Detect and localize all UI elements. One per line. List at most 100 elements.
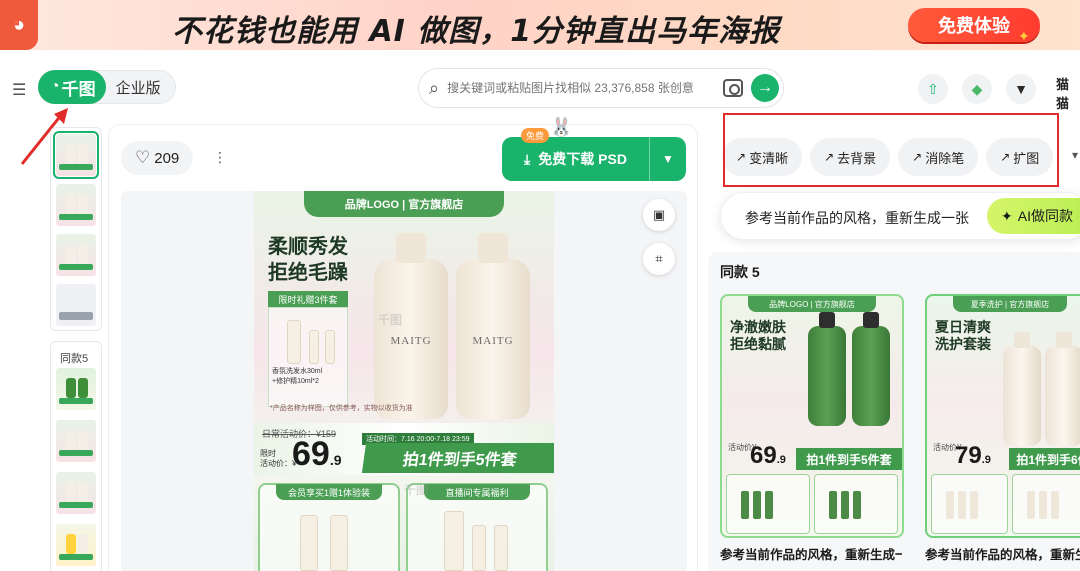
like-button[interactable]: ♡ 209 [121,141,194,175]
live-box-title: 直播间专属福利 [424,484,530,500]
similar-title: 同款 5 [720,264,760,280]
sparkle-icon: ✦ [1001,207,1013,224]
heart-icon: ♡ [135,148,151,167]
similar-thumbnail[interactable] [56,368,96,410]
thumbnail-page-3[interactable] [56,234,96,276]
poster-preview[interactable]: 品牌LOGO | 官方旗舰店 柔顺秀发 拒绝毛躁 限时礼赠3件套 香氛洗发水30… [254,191,554,571]
q-logo-icon: ◔ [50,78,60,95]
card-deal-banner: 拍1件到手6件 [1009,448,1080,470]
bottle-image: MAITG [374,233,448,419]
menu-icon[interactable]: ☰ [12,80,26,100]
member-box-title: 会员享买1赠1体验装 [276,484,382,500]
image-edit-icon[interactable]: ▣ [643,199,675,231]
mini-bottle [330,515,348,571]
enterprise-edition-link[interactable]: 企业版 [106,71,175,103]
preview-canvas: 品牌LOGO | 官方旗舰店 柔顺秀发 拒绝毛躁 限时礼赠3件套 香氛洗发水30… [121,191,687,571]
diamond-icon[interactable]: ◆ [962,74,992,104]
thumbnail-page-1[interactable] [53,131,99,179]
bottle-image: MAITG [456,233,530,419]
poster-gift-text: 香氛洗发水30ml +修护精10ml*2 [272,367,322,387]
download-options-dropdown[interactable]: ▼ [650,137,686,181]
green-bottle-image [808,312,846,426]
poster-gift-box [268,307,348,407]
card-gift-box [931,474,1008,534]
price-label-1: 限时 [260,449,276,458]
highlight-box [723,113,1059,187]
more-options-icon[interactable]: ⋮ [213,149,227,166]
search-bar[interactable]: ⌕ → [418,68,784,108]
similar-card[interactable]: 品牌LOGO | 官方旗舰店 净澈嫩肤 拒绝黏腻 活动价¥ 69.9 拍1件到手… [720,294,904,538]
similar-thumbnail[interactable] [56,420,96,462]
regenerate-bar: 参考当前作品的风格，重新生成一张 ✦ AI做同款 [720,192,1080,240]
poster-price: 69.9 [292,435,342,474]
page-thumbnails [50,127,102,331]
banner-text: 不花钱也能用 AI 做图，1分钟直出马年海报 [172,14,781,49]
user-name[interactable]: 猫猫 [1056,74,1080,112]
card-deal-banner: 拍1件到手5件套 [796,448,902,470]
card-gift-box [1012,474,1080,534]
poster-note: *产品名称为样图，仅供参考，实物以收货为准 [270,405,413,412]
regenerate-text: 参考当前作品的风格，重新生成一张 [745,210,969,226]
white-bottle-image [1003,332,1041,446]
bottle-label: MAITG [472,335,514,347]
search-input[interactable] [447,81,715,95]
promo-banner[interactable]: ◕ 不花钱也能用 AI 做图，1分钟直出马年海报 免费体验 ✦ [0,0,1080,50]
download-label: 免费下载 PSD [538,151,627,167]
card-headline: 净澈嫩肤 拒绝黏腻 [730,320,786,354]
poster-gift-title: 限时礼赠3件套 [268,291,348,307]
card-price-dec: .9 [981,454,991,466]
brand-name: 千图 [61,79,96,99]
brand-switch[interactable]: ◔ 千图 企业版 [38,70,176,104]
gift-line-2: +修护精10ml*2 [272,378,319,385]
ai-button-label: AI做同款 [1017,208,1073,224]
detail-panel: ♡ 209 ⋮ ⤓ 免费下载 PSD ▼ 免费 🐰 品牌LOGO | 官方旗舰店… [108,117,698,571]
poster-price-label: 限时 活动价：¥ [260,449,296,469]
screenshot-icon[interactable]: ⌗ [643,243,675,275]
card-price-dec: .9 [776,454,786,466]
free-download-button[interactable]: ⤓ 免费下载 PSD [502,137,650,181]
card-gift-box [814,474,898,534]
similar-thumbnail[interactable] [56,472,96,514]
similar-card[interactable]: 夏季洗护 | 官方旗舰店 夏日清爽 洗护套装 活动价¥ 79.9 拍1件到手6件 [925,294,1080,538]
mascot-icon: ◕ [0,0,38,50]
image-search-icon[interactable] [723,79,743,97]
card-gift-box [726,474,810,534]
watermark: 千图 [378,313,403,327]
vip-diamond-icon[interactable]: ▼ [1006,74,1036,104]
similar-thumbnails: 同款5 [50,341,102,571]
gift-line-1: 香氛洗发水30ml [272,368,323,375]
mini-bottle [300,515,318,571]
search-go-button[interactable]: → [751,74,779,102]
card-headline: 夏日清爽 洗护套装 [935,320,991,354]
poster-member-box: 会员享买1赠1体验装 [258,483,400,571]
thumbnail-page-2[interactable] [56,184,96,226]
tools-more-icon[interactable]: ▾ [1072,148,1078,162]
card-caption[interactable]: 参考当前作品的风格，重新生成一张 [720,544,902,563]
mini-bottle [494,525,508,571]
price-int: 69 [292,435,330,473]
poster-headline: 柔顺秀发 拒绝毛躁 [268,233,348,285]
card-price: 79.9 [955,442,991,470]
poster-headline-line-1: 柔顺秀发 [268,234,348,258]
mini-bottle [325,330,335,364]
card-brand-bar: 夏季洗护 | 官方旗舰店 [953,296,1067,312]
similar-thumbnails-label: 同款5 [60,353,89,365]
brand-logo[interactable]: ◔ 千图 [38,70,106,104]
card-headline-line-2: 洗护套装 [935,337,991,353]
download-button-group: ⤓ 免费下载 PSD ▼ 免费 🐰 [502,117,686,181]
free-tag: 免费 [521,128,550,143]
similar-thumbnail[interactable] [56,524,96,566]
card-caption[interactable]: 参考当前作品的风格，重新生成一张 [925,544,1080,563]
card-price-int: 79 [955,442,982,469]
card-brand-bar: 品牌LOGO | 官方旗舰店 [748,296,876,312]
price-dec: .9 [329,452,342,468]
mini-bottle [472,525,486,571]
download-icon: ⤓ [524,150,531,167]
card-headline-line-2: 拒绝黏腻 [730,337,786,353]
card-gift-boxes [726,474,898,534]
thumbnail-page-4[interactable] [56,284,96,326]
green-bottle-image [852,312,890,426]
price-label-2: 活动价：¥ [260,459,297,468]
upload-icon[interactable]: ⇧ [918,74,948,104]
ai-same-style-button[interactable]: ✦ AI做同款 [987,198,1080,234]
